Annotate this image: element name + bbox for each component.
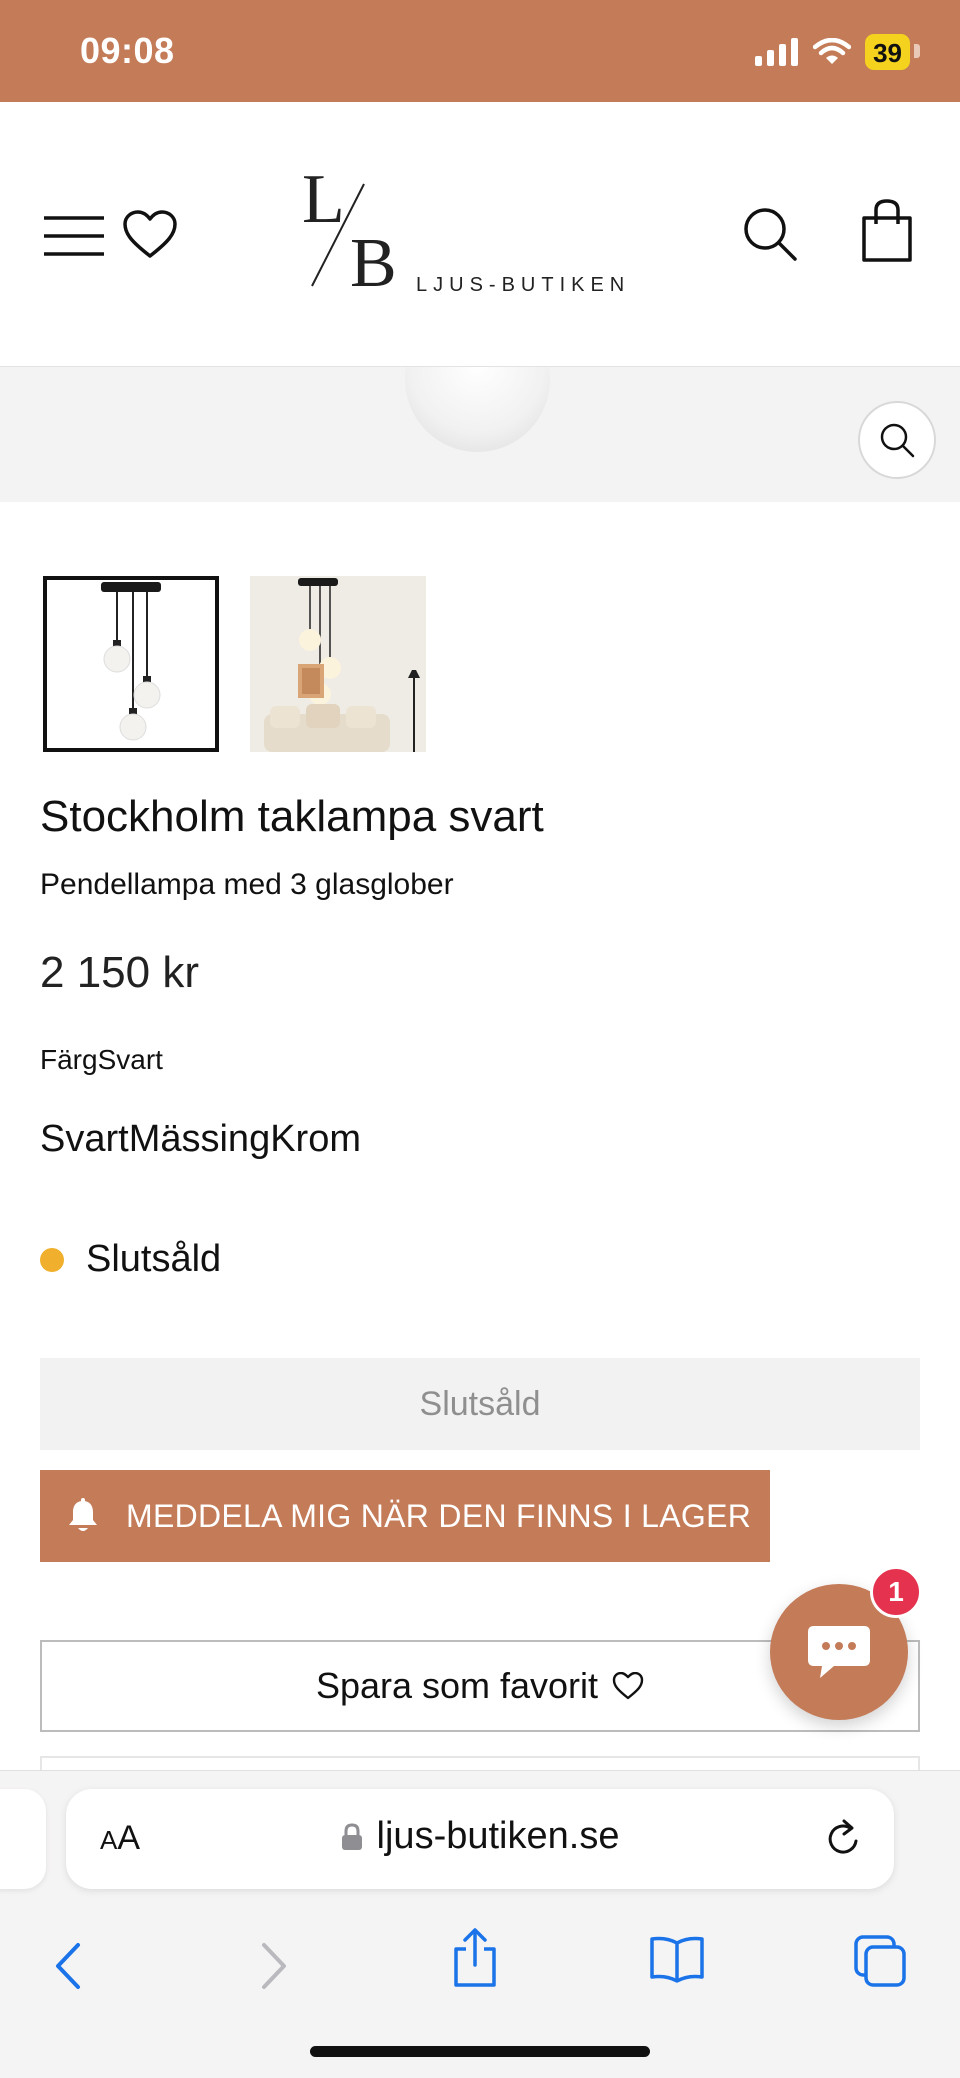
battery-indicator: 39 bbox=[865, 34, 920, 70]
search-icon[interactable] bbox=[742, 206, 798, 262]
wifi-icon bbox=[813, 38, 852, 64]
pendant-lamp-image bbox=[101, 582, 161, 741]
browser-toolbar: AA ljus-butiken.se bbox=[0, 1770, 960, 2078]
share-icon[interactable] bbox=[450, 1927, 500, 1989]
thumbnail-2[interactable] bbox=[250, 576, 426, 752]
sold-out-button[interactable]: Slutsåld bbox=[40, 1358, 920, 1450]
notify-me-button-label: MEDDELA MIG NÄR DEN FINNS I LAGER bbox=[126, 1497, 752, 1534]
product-title: Stockholm taklampa svart bbox=[40, 792, 544, 841]
svg-text:B: B bbox=[350, 225, 397, 292]
status-icons: 39 bbox=[755, 34, 920, 70]
color-label: FärgSvart bbox=[40, 1044, 163, 1075]
product-image-main[interactable] bbox=[0, 367, 960, 502]
logo-text: LJUS-BUTIKEN bbox=[416, 274, 631, 296]
color-option-krom[interactable]: Krom bbox=[270, 1118, 361, 1161]
heart-icon[interactable] bbox=[122, 210, 178, 260]
back-icon[interactable] bbox=[50, 1941, 84, 1991]
chat-notification-badge: 1 bbox=[870, 1566, 922, 1618]
site-header: L B LJUS-BUTIKEN bbox=[0, 102, 960, 367]
zoom-button[interactable] bbox=[858, 401, 936, 479]
shopping-bag-icon[interactable] bbox=[860, 198, 914, 262]
reload-icon[interactable] bbox=[824, 1817, 864, 1859]
url-display[interactable]: ljus-butiken.se bbox=[66, 1815, 894, 1858]
stock-status: Slutsåld bbox=[40, 1238, 221, 1281]
lamp-globe-image bbox=[405, 367, 550, 452]
browser-nav-row bbox=[0, 1921, 960, 2011]
color-option-svart[interactable]: Svart bbox=[40, 1118, 129, 1161]
menu-icon[interactable] bbox=[44, 214, 104, 258]
product-price: 2 150 kr bbox=[40, 948, 199, 997]
lock-icon bbox=[341, 1822, 362, 1850]
home-indicator[interactable] bbox=[310, 2046, 650, 2057]
thumbnail-1[interactable] bbox=[43, 576, 219, 752]
status-bar: 09:08 39 bbox=[0, 0, 960, 102]
bell-icon bbox=[69, 1498, 97, 1531]
site-logo[interactable]: L B LJUS-BUTIKEN bbox=[298, 161, 658, 302]
previous-tab-edge[interactable] bbox=[0, 1789, 46, 1889]
status-time: 09:08 bbox=[80, 30, 175, 71]
product-subtitle: Pendellampa med 3 glasglober bbox=[40, 868, 454, 901]
color-option-massing[interactable]: Mässing bbox=[129, 1118, 271, 1161]
stock-status-text: Slutsåld bbox=[86, 1238, 222, 1280]
logo-mark: L B bbox=[302, 161, 397, 302]
color-options: Svart Mässing Krom bbox=[40, 1118, 361, 1161]
sold-out-button-label: Slutsåld bbox=[419, 1384, 541, 1423]
zoom-icon bbox=[880, 423, 915, 458]
stock-status-dot bbox=[40, 1247, 64, 1272]
save-favorite-button-label: Spara som favorit bbox=[315, 1665, 599, 1706]
chat-icon bbox=[808, 1626, 870, 1678]
cellular-signal-icon bbox=[755, 38, 799, 66]
bookmarks-icon[interactable] bbox=[648, 1935, 706, 1983]
tabs-icon[interactable] bbox=[852, 1933, 908, 1987]
forward-icon[interactable] bbox=[258, 1941, 292, 1991]
heart-outline-icon bbox=[612, 1672, 644, 1700]
svg-text:L: L bbox=[302, 162, 345, 238]
url-text: ljus-butiken.se bbox=[376, 1815, 620, 1857]
address-bar[interactable]: AA ljus-butiken.se bbox=[66, 1789, 894, 1889]
room-scene-image bbox=[250, 576, 426, 752]
notify-me-button[interactable]: MEDDELA MIG NÄR DEN FINNS I LAGER bbox=[40, 1470, 770, 1562]
